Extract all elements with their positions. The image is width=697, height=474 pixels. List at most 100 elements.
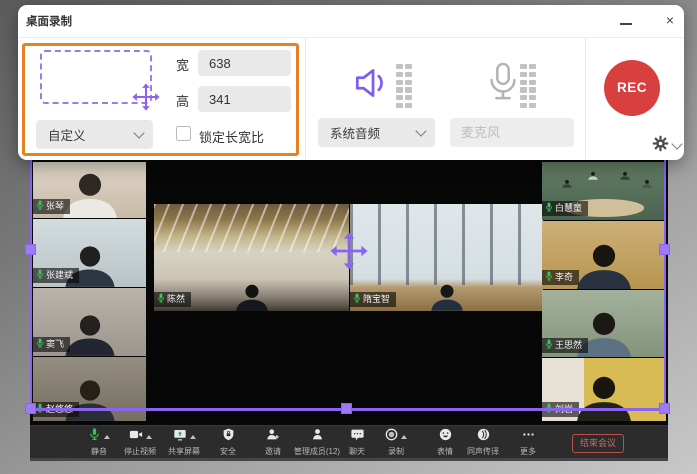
toolbar-item-share-screen[interactable]: 共享屏幕	[163, 430, 205, 457]
participant-name: 张建斌	[46, 270, 73, 281]
toolbar-item-label: 静音	[78, 446, 120, 457]
caret-up-icon[interactable]	[190, 435, 196, 439]
minimize-button[interactable]	[616, 15, 636, 31]
lock-aspect-label: 锁定长宽比	[199, 127, 264, 146]
toolbar-item-stop-video[interactable]: 停止视频	[119, 430, 161, 457]
width-input[interactable]	[198, 50, 291, 76]
toolbar-item-record[interactable]: 录制	[375, 430, 417, 457]
participant-name-tag: 隋宝智	[350, 292, 396, 307]
caret-up-icon[interactable]	[146, 435, 152, 439]
participant-tile: 陈然	[154, 204, 349, 311]
toolbar-item-label: 停止视频	[119, 446, 161, 457]
chevron-down-icon	[415, 125, 426, 136]
lock-aspect-checkbox[interactable]	[176, 126, 191, 141]
move-region-icon[interactable]	[330, 232, 368, 275]
height-input[interactable]	[198, 86, 291, 112]
chevron-down-icon	[671, 138, 682, 149]
close-button[interactable]: ×	[659, 9, 681, 31]
participant-name: 白慧童	[555, 203, 582, 214]
mic-on-icon	[36, 338, 44, 351]
mic-level-meter	[520, 64, 536, 108]
microphone-icon	[484, 61, 522, 108]
toolbar-item-interpretation[interactable]: 同声传译	[462, 430, 504, 457]
mic-on-icon	[545, 202, 553, 215]
caret-up-icon[interactable]	[401, 435, 407, 439]
record-icon	[385, 428, 398, 446]
caret-up-icon[interactable]	[104, 435, 110, 439]
chevron-down-icon	[133, 127, 144, 138]
interpretation-icon	[477, 428, 490, 446]
security-icon	[222, 428, 235, 446]
participant-name-tag: 张建斌	[33, 268, 79, 283]
participant-name-tag: 刘岩	[542, 402, 579, 417]
chat-icon	[351, 428, 364, 446]
toolbar-item-chat[interactable]: 聊天	[336, 430, 378, 457]
participant-name-tag: 王思然	[542, 338, 588, 353]
resize-handle-left[interactable]	[25, 244, 36, 255]
meeting-toolbar: 静音停止视频共享屏幕安全邀请管理成员(12)聊天录制表情同声传译更多 结束会议	[30, 425, 668, 459]
participant-tile: 张建斌	[33, 219, 146, 287]
participant-name-tag: 张琴	[33, 199, 70, 214]
participant-tile: 隋宝智	[350, 204, 543, 311]
section-divider	[585, 38, 586, 159]
participant-name: 李奇	[555, 272, 573, 283]
mute-icon	[88, 428, 101, 446]
participant-tile: 窦飞	[33, 288, 146, 356]
size-preset-select[interactable]: 自定义	[36, 120, 153, 149]
speaker-level-meter	[396, 64, 412, 108]
participant-name: 张琴	[46, 201, 64, 212]
gear-icon	[652, 135, 669, 157]
resize-handle-bottom-center[interactable]	[341, 403, 352, 414]
participant-name-tag: 赵悠悠	[33, 402, 79, 417]
screen-recorder-panel: 桌面录制 × 宽 高 自定义 锁定长宽比	[18, 5, 684, 160]
toolbar-item-label: 录制	[375, 446, 417, 457]
toolbar-item-mute[interactable]: 静音	[78, 430, 120, 457]
mic-on-icon	[545, 403, 553, 416]
participant-name: 隋宝智	[363, 294, 390, 305]
height-label: 高	[176, 91, 189, 110]
rec-button[interactable]: REC	[604, 60, 660, 116]
participant-tile: 李奇	[542, 221, 666, 289]
speaker-icon	[351, 62, 393, 109]
toolbar-item-label: 表情	[424, 446, 466, 457]
resize-handle-right[interactable]	[659, 244, 670, 255]
participant-name: 刘岩	[555, 404, 573, 415]
toolbar-item-emoji[interactable]: 表情	[424, 430, 466, 457]
participant-name-tag: 窦飞	[33, 337, 70, 352]
participant-name-tag: 李奇	[542, 270, 579, 285]
window-bottom-edge	[30, 458, 668, 461]
participant-name: 陈然	[167, 294, 185, 305]
manage-members-icon	[311, 428, 324, 446]
participant-name-tag: 白慧童	[542, 201, 588, 216]
system-audio-value: 系统音频	[330, 123, 417, 142]
end-meeting-button[interactable]: 结束会议	[572, 434, 624, 453]
participant-tile: 张琴	[33, 162, 146, 218]
toolbar-item-security[interactable]: 安全	[207, 430, 249, 457]
participant-name: 王思然	[555, 340, 582, 351]
mic-on-icon	[157, 293, 165, 306]
toolbar-item-label: 安全	[207, 446, 249, 457]
stop-video-icon	[129, 428, 143, 446]
participant-tile: 白慧童	[542, 162, 666, 220]
mic-on-icon	[36, 200, 44, 213]
participant-name: 赵悠悠	[46, 404, 73, 415]
system-audio-select[interactable]: 系统音频	[318, 118, 435, 147]
resize-handle-bottom-left[interactable]	[25, 403, 36, 414]
settings-control[interactable]	[652, 135, 681, 157]
microphone-input[interactable]	[450, 118, 574, 147]
meeting-window: 张琴张建斌窦飞赵悠悠 陈然 隋宝智 白慧童李奇王思然刘岩 静音停止视频共享屏幕安全邀请…	[30, 155, 668, 461]
section-divider	[305, 38, 306, 159]
toolbar-item-label: 聊天	[336, 446, 378, 457]
mic-on-icon	[545, 339, 553, 352]
video-grid: 张琴张建斌窦飞赵悠悠 陈然 隋宝智 白慧童李奇王思然刘岩	[30, 155, 668, 425]
participant-name: 窦飞	[46, 339, 64, 350]
mic-on-icon	[353, 293, 361, 306]
resize-handle-bottom-right[interactable]	[659, 403, 670, 414]
participant-tile: 赵悠悠	[33, 357, 146, 421]
toolbar-item-more[interactable]: 更多	[507, 430, 549, 457]
width-label: 宽	[176, 55, 189, 74]
mic-on-icon	[545, 271, 553, 284]
participant-tile: 王思然	[542, 290, 666, 357]
more-icon	[522, 428, 535, 446]
move-region-icon-small[interactable]	[132, 83, 160, 116]
